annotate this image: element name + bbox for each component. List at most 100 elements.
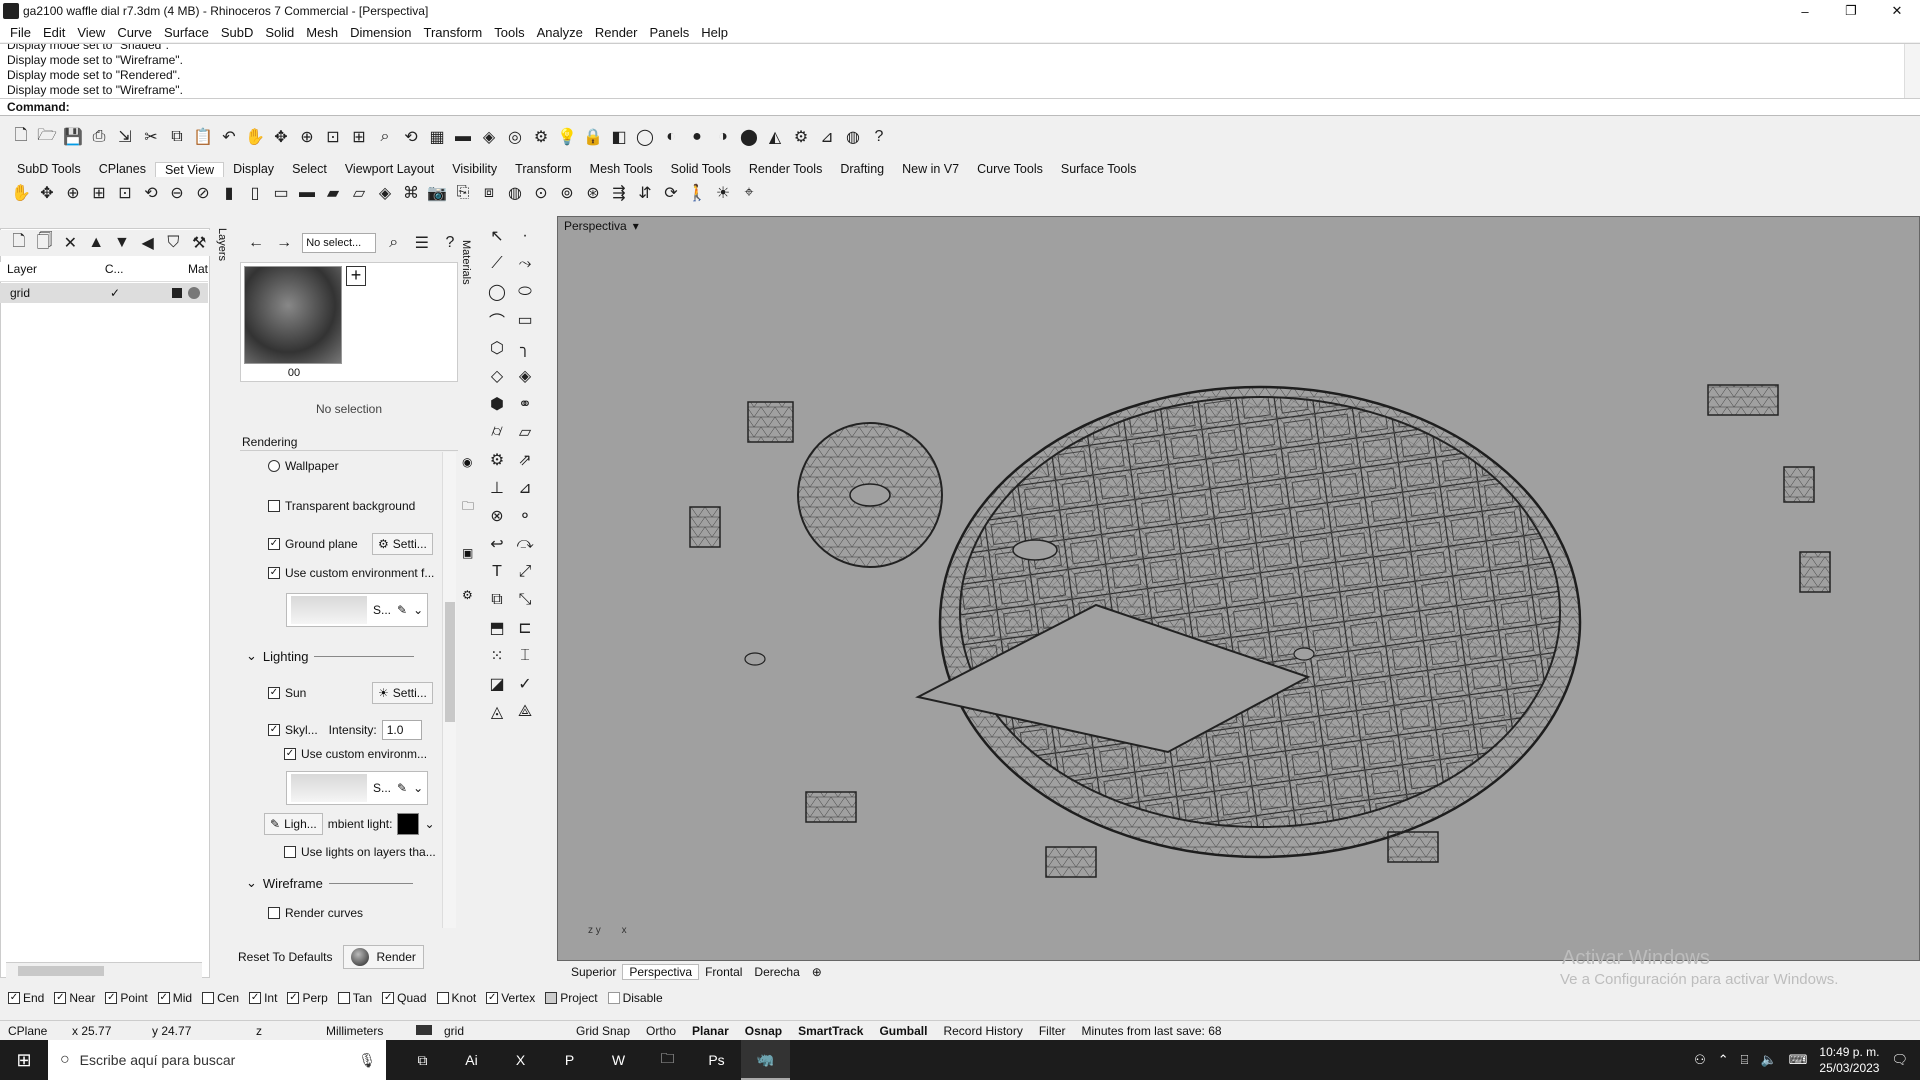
render-button[interactable]: Render — [342, 945, 424, 969]
save-icon[interactable]: 💾 — [62, 126, 84, 148]
drafting-icon[interactable]: ◬ — [486, 701, 508, 723]
capture-icon[interactable]: ⎘ — [452, 182, 474, 204]
current-layer-check[interactable]: ✓ — [110, 286, 172, 300]
menu-mesh[interactable]: Mesh — [300, 25, 344, 40]
top-view-icon[interactable]: ▮ — [218, 182, 240, 204]
osnap-project[interactable]: Project — [545, 991, 598, 1005]
search-icon[interactable]: ⌕ — [384, 232, 404, 254]
group-icon[interactable]: ⧉ — [486, 589, 508, 611]
planar-toggle[interactable]: Planar — [684, 1024, 737, 1038]
osnap-perp[interactable]: ✓ Perp — [287, 991, 328, 1005]
menu-dimension[interactable]: Dimension — [344, 25, 417, 40]
transform-icon[interactable]: ⟁ — [514, 701, 536, 723]
extrude-icon[interactable]: ⇗ — [514, 449, 536, 471]
osnap-cen[interactable]: Cen — [202, 991, 239, 1005]
zoom-window-icon[interactable]: ⊡ — [114, 182, 136, 204]
smarttrack-toggle[interactable]: SmartTrack — [790, 1024, 871, 1038]
shaded-display-icon[interactable]: ◐ — [660, 126, 682, 148]
spotlight-icon[interactable]: ◭ — [764, 126, 786, 148]
osnap-tan[interactable]: Tan — [337, 991, 372, 1005]
polygon-icon[interactable]: ⬡ — [486, 337, 508, 359]
layer-column-current[interactable]: C... — [98, 262, 181, 281]
edit-pencil-icon[interactable]: ✎ — [397, 781, 407, 795]
menu-view[interactable]: View — [71, 25, 111, 40]
render-icon[interactable]: ⬤ — [738, 126, 760, 148]
join-icon[interactable]: ⤼ — [514, 533, 536, 555]
skylight-checkbox[interactable]: ✓ — [268, 724, 280, 736]
ghosted-display-icon[interactable]: ◑ — [712, 126, 734, 148]
tab-cplanes[interactable]: CPlanes — [90, 162, 155, 176]
dimension-icon[interactable]: ⊥ — [486, 477, 508, 499]
edit-pencil-icon[interactable]: ✎ — [397, 603, 407, 617]
add-material-button[interactable]: + — [346, 266, 366, 286]
front-view-icon[interactable]: ▰ — [322, 182, 344, 204]
arc-icon[interactable]: ⌒ — [486, 309, 508, 331]
crosshair-icon[interactable]: ⌖ — [738, 182, 760, 204]
polyline-icon[interactable]: ⟋ — [486, 253, 508, 275]
command-line[interactable]: Command: — [0, 99, 1920, 116]
tab-visibility[interactable]: Visibility — [443, 162, 506, 176]
rotate-icon[interactable]: ✥ — [36, 182, 58, 204]
file-explorer-icon[interactable]: 🗀 — [643, 1040, 692, 1080]
move-icon[interactable]: ⤡ — [514, 589, 536, 611]
lighting-section-header[interactable]: ⌄ Lighting — [246, 648, 415, 664]
perspective-viewport[interactable]: Perspectiva ▾ z y x — [557, 216, 1920, 961]
record-history-toggle[interactable]: Record History — [935, 1024, 1030, 1038]
menu-curve[interactable]: Curve — [111, 25, 158, 40]
tab-subd-tools[interactable]: SubD Tools — [8, 162, 90, 176]
rhino-taskbar-icon[interactable]: 🦏 — [741, 1040, 790, 1080]
lights-on-layers-checkbox[interactable] — [284, 846, 296, 858]
orbit-icon[interactable]: ⊚ — [556, 182, 578, 204]
import-icon[interactable]: ⇲ — [114, 126, 136, 148]
lock-icon[interactable]: 🔒 — [582, 126, 604, 148]
layer-column-name[interactable]: Layer — [0, 262, 98, 281]
point-icon[interactable]: · — [514, 225, 536, 247]
layers-side-tab[interactable]: Layers — [210, 228, 228, 288]
help-icon[interactable]: ? — [440, 232, 460, 254]
pan-icon[interactable]: ✋ — [10, 182, 32, 204]
walk-icon[interactable]: 🚶 — [686, 182, 708, 204]
open-icon[interactable]: 🗁 — [36, 126, 58, 148]
cut-icon[interactable]: ✂ — [140, 126, 162, 148]
osnap-int-checkbox[interactable]: ✓ — [249, 992, 262, 1004]
osnap-point[interactable]: ✓ Point — [105, 991, 148, 1005]
tab-superior[interactable]: Superior — [565, 965, 622, 979]
perspective-view-icon[interactable]: ◈ — [374, 182, 396, 204]
render-settings-icon[interactable]: ⚙ — [462, 588, 478, 602]
render-curves-checkbox[interactable] — [268, 907, 280, 919]
trim-icon[interactable]: ↩ — [486, 533, 508, 555]
custom-environment-checkbox[interactable]: ✓ — [268, 567, 280, 579]
clock[interactable]: 10:49 p. m. 25/03/2023 — [1819, 1044, 1879, 1076]
menu-render[interactable]: Render — [589, 25, 644, 40]
ground-plane-checkbox[interactable]: ✓ — [268, 538, 280, 550]
flip-icon[interactable]: ⇵ — [634, 182, 656, 204]
dimension-icon[interactable]: ⊿ — [816, 126, 838, 148]
plane-icon[interactable]: ▱ — [514, 421, 536, 443]
units-label[interactable]: Millimeters — [318, 1024, 408, 1038]
filter-icon[interactable]: ⛉ — [163, 232, 185, 254]
osnap-end-checkbox[interactable]: ✓ — [8, 992, 20, 1004]
tab-set-view[interactable]: Set View — [154, 161, 225, 177]
cplane-icon[interactable]: ▬ — [452, 126, 474, 148]
microphone-icon[interactable]: 🎙 — [358, 1052, 376, 1069]
new-sublayer-icon[interactable]: 🗍 — [34, 232, 56, 254]
menu-edit[interactable]: Edit — [37, 25, 71, 40]
osnap-toggle[interactable]: Osnap — [737, 1024, 790, 1038]
tab-drafting[interactable]: Drafting — [831, 162, 893, 176]
cplane-label[interactable]: CPlane — [0, 1024, 64, 1038]
block-icon[interactable]: ⬒ — [486, 617, 508, 639]
tab-perspectiva[interactable]: Perspectiva — [622, 964, 700, 980]
rectangle-icon[interactable]: ▭ — [514, 309, 536, 331]
undo-view-icon[interactable]: ⟲ — [140, 182, 162, 204]
layer-row[interactable]: grid ✓ — [0, 283, 208, 303]
left-view-icon[interactable]: ▭ — [270, 182, 292, 204]
osnap-near-checkbox[interactable]: ✓ — [54, 992, 67, 1004]
forward-arrow-icon[interactable]: → — [274, 232, 294, 254]
tab-surface-tools[interactable]: Surface Tools — [1052, 162, 1146, 176]
network-icon[interactable]: ⌸ — [1741, 1052, 1749, 1068]
back-arrow-icon[interactable]: ← — [246, 232, 266, 254]
chevron-down-icon[interactable]: ⌄ — [413, 781, 423, 795]
help-icon[interactable]: ? — [868, 126, 890, 148]
user-icon[interactable]: ⚇ — [1694, 1052, 1706, 1068]
material-icon[interactable]: ◍ — [842, 126, 864, 148]
